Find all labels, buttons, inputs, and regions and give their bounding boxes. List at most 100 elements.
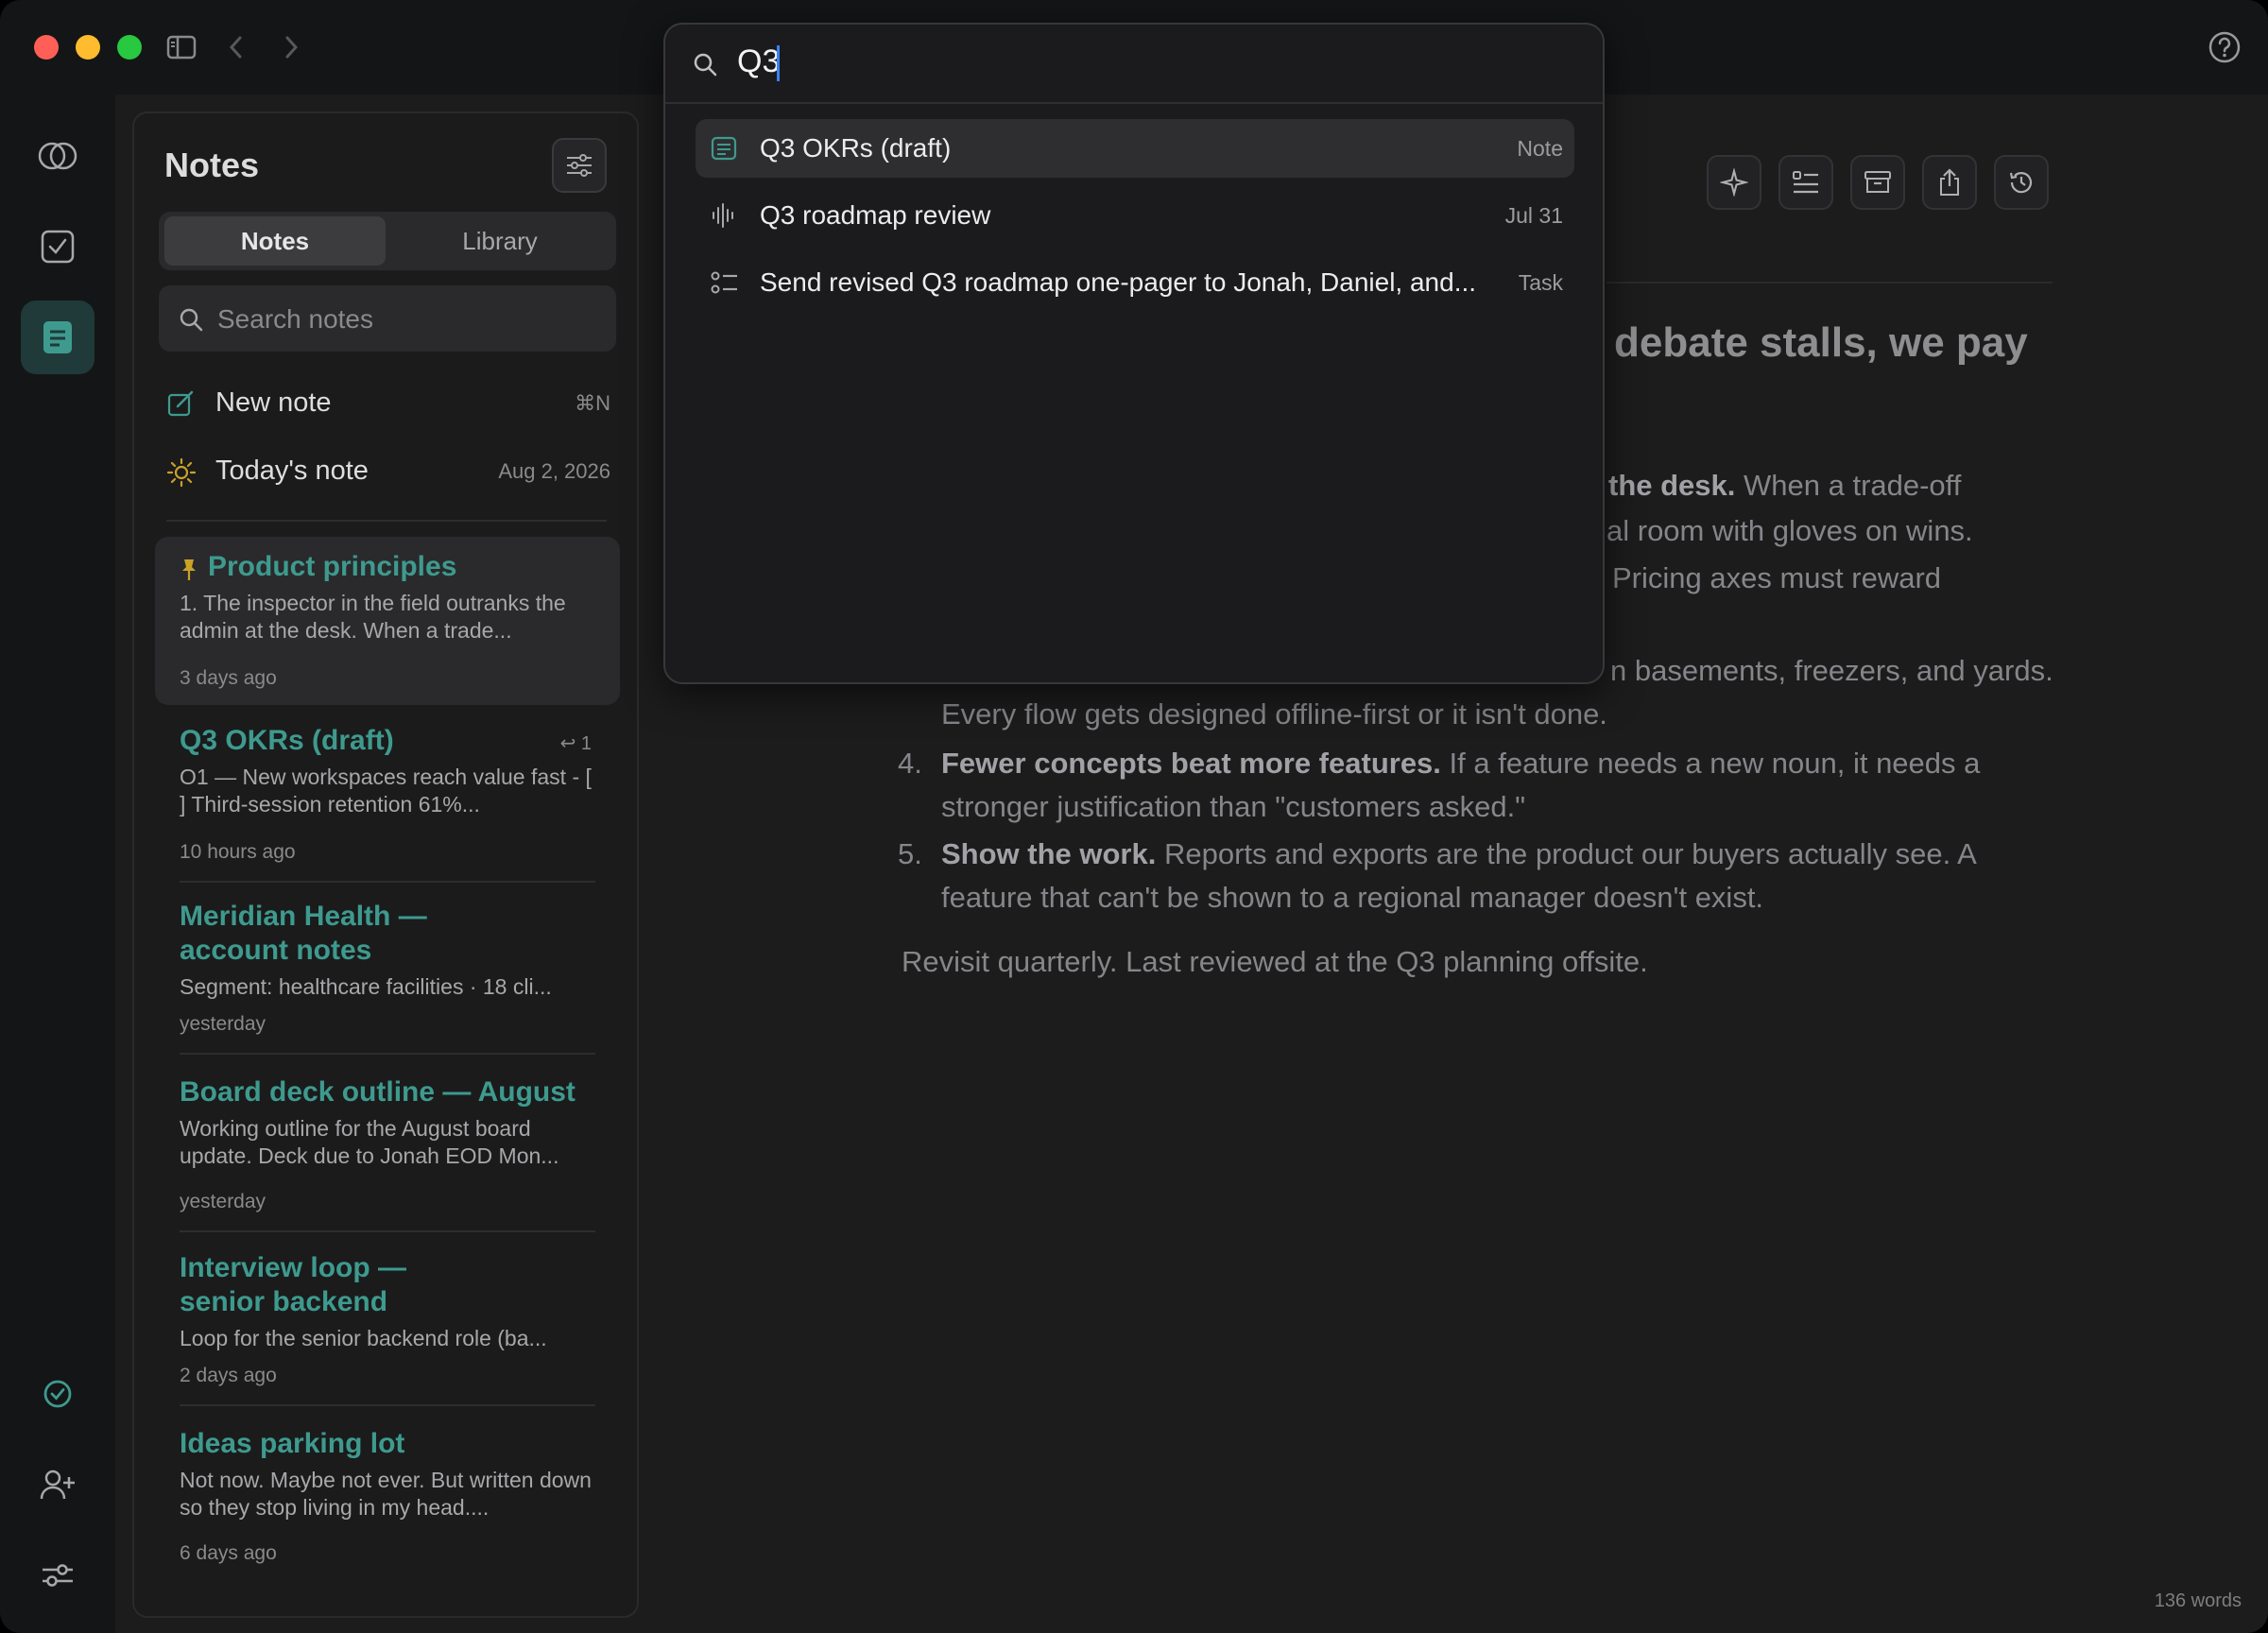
note-item-product-principles[interactable]: Product principles 1. The inspector in t…	[155, 537, 620, 705]
principle-3-tail: n basements, freezers, and yards.	[1610, 654, 2053, 687]
principle-1-line-2: al room with gloves on wins.	[1606, 514, 1973, 547]
history-button[interactable]	[1994, 155, 2049, 210]
palette-result-label: Q3 OKRs (draft)	[760, 133, 952, 163]
add-person-icon	[40, 1470, 75, 1500]
sparkle-icon	[1720, 168, 1748, 197]
note-time: yesterday	[180, 1191, 266, 1212]
note-time: 10 hours ago	[180, 841, 296, 863]
new-note-button[interactable]: New note ⌘N	[166, 380, 610, 427]
sun-icon	[166, 457, 197, 488]
note-title: Interview loop — senior backend	[180, 1252, 407, 1317]
palette-result-kind: Task	[1518, 270, 1563, 295]
note-icon	[43, 321, 72, 353]
note-separator	[180, 881, 595, 883]
principle-2-line: Pricing axes must reward	[1612, 561, 1942, 594]
new-note-shortcut: ⌘N	[575, 391, 610, 415]
note-item-ideas-parking-lot[interactable]: Ideas parking lot Not now. Maybe not eve…	[155, 1427, 620, 1578]
notes-panel: Notes Notes Library Search notes New not…	[132, 112, 639, 1618]
filter-button[interactable]	[552, 138, 607, 193]
principle-4-line-2: stronger justification than "customers a…	[941, 790, 1526, 823]
notes-library-toggle: Notes Library	[159, 212, 616, 270]
note-snippet: O1 — New workspaces reach value fast - […	[180, 765, 592, 816]
back-chevron-icon[interactable]	[217, 28, 255, 66]
palette-result-kind: Jul 31	[1504, 203, 1563, 228]
note-snippet: Working outline for the August board upd…	[180, 1116, 559, 1168]
share-icon	[1940, 168, 1959, 196]
list-number-4: 4.	[898, 747, 922, 780]
tab-library[interactable]: Library	[389, 216, 610, 266]
search-icon	[694, 53, 717, 77]
note-title: Ideas parking lot	[180, 1428, 405, 1459]
archive-button[interactable]	[1850, 155, 1905, 210]
pin-icon	[182, 559, 196, 580]
task-list-icon	[711, 271, 737, 294]
search-notes-input[interactable]: Search notes	[159, 285, 616, 352]
note-title: Meridian Health — account notes	[180, 901, 427, 966]
principle-4-line-1: Fewer concepts beat more features. If a …	[941, 747, 1980, 781]
note-snippet: 1. The inspector in the field outranks t…	[180, 591, 566, 643]
editor-title-rule	[1606, 282, 2053, 284]
sidebar-toggle-icon[interactable]	[163, 28, 200, 66]
palette-result-task[interactable]: Send revised Q3 roadmap one-pager to Jon…	[696, 253, 1574, 312]
checklist-icon	[1793, 171, 1818, 194]
outline-button[interactable]	[1778, 155, 1833, 210]
list-number-5: 5.	[898, 837, 922, 870]
note-item-q3-okrs[interactable]: Q3 OKRs (draft) ↩ 1 O1 — New workspaces …	[155, 724, 620, 900]
note-separator	[180, 1230, 595, 1232]
notes-panel-title: Notes	[164, 146, 260, 184]
note-title: Product principles	[208, 551, 457, 582]
palette-result-kind: Note	[1517, 136, 1563, 161]
note-time: yesterday	[180, 1013, 266, 1035]
principle-4-rest: If a feature needs a new noun, it needs …	[1440, 747, 1981, 780]
note-separator	[180, 1404, 595, 1406]
rail-status-button[interactable]	[21, 1357, 94, 1431]
ai-sparkle-button[interactable]	[1707, 155, 1761, 210]
filter-sliders-icon	[567, 154, 592, 177]
app-window: debate stalls, we pay the desk. When a t…	[0, 0, 2268, 1633]
principle-1-rest: When a trade-off	[1735, 469, 1962, 502]
backlink-count: ↩ 1	[559, 733, 592, 754]
palette-result-meeting[interactable]: Q3 roadmap review Jul 31	[696, 186, 1574, 245]
note-time: 3 days ago	[180, 667, 277, 689]
todays-note-date: Aug 2, 2026	[498, 459, 610, 483]
minimize-window-button[interactable]	[76, 35, 100, 60]
rail-notes-button[interactable]	[21, 301, 94, 374]
todays-note-button[interactable]: Today's note Aug 2, 2026	[166, 448, 610, 495]
note-item-meridian-health[interactable]: Meridian Health — account notes Segment:…	[155, 900, 620, 1075]
new-note-label: New note	[215, 387, 332, 418]
text-caret	[777, 45, 780, 81]
search-icon	[180, 308, 203, 332]
note-footer-text: Revisit quarterly. Last reviewed at the …	[902, 945, 1648, 978]
note-snippet: Not now. Maybe not ever. But written dow…	[180, 1468, 592, 1520]
help-icon[interactable]	[2206, 28, 2243, 66]
palette-result-note[interactable]: Q3 OKRs (draft) Note	[696, 119, 1574, 178]
zoom-window-button[interactable]	[117, 35, 142, 60]
note-item-board-deck[interactable]: Board deck outline — August Working outl…	[155, 1075, 620, 1251]
tab-notes[interactable]: Notes	[164, 216, 386, 266]
principle-1-line-1: the desk. When a trade-off	[1608, 469, 1961, 503]
forward-chevron-icon[interactable]	[272, 28, 310, 66]
note-snippet: Segment: healthcare facilities · 18 cli.…	[180, 974, 552, 999]
note-heading: debate stalls, we pay	[1614, 319, 2028, 366]
rail-overview-button[interactable]	[21, 119, 94, 193]
principle-5-line-2: feature that can't be shown to a regiona…	[941, 881, 1764, 914]
principle-5-line-1: Show the work. Reports and exports are t…	[941, 837, 1977, 871]
archive-icon	[1864, 171, 1891, 193]
principle-4-bold: Fewer concepts beat more features.	[941, 747, 1441, 780]
rail-invite-button[interactable]	[21, 1448, 94, 1521]
palette-result-label: Send revised Q3 roadmap one-pager to Jon…	[760, 267, 1477, 297]
close-window-button[interactable]	[34, 35, 59, 60]
note-item-interview-loop[interactable]: Interview loop — senior backend Loop for…	[155, 1251, 620, 1427]
palette-query: Q3	[737, 43, 781, 79]
waveform-icon	[713, 203, 733, 228]
rail-tasks-button[interactable]	[21, 210, 94, 284]
note-icon	[711, 136, 737, 161]
share-button[interactable]	[1922, 155, 1977, 210]
note-time: 6 days ago	[180, 1542, 277, 1564]
palette-search-input[interactable]: Q3	[665, 25, 1603, 102]
palette-result-label: Q3 roadmap review	[760, 200, 991, 230]
note-title: Board deck outline — August	[180, 1076, 576, 1108]
note-separator	[180, 1053, 595, 1055]
palette-separator	[665, 102, 1603, 104]
rail-settings-button[interactable]	[21, 1538, 94, 1612]
